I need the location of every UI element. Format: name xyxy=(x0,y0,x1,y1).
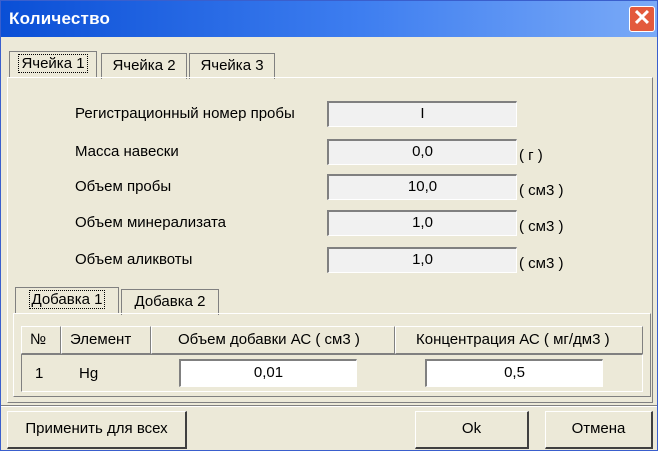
quantity-dialog: Количество ✕ Ячейка 1 Ячейка 2 Ячейка 3 … xyxy=(0,0,658,451)
sample-mass-field[interactable]: 0,0 xyxy=(327,139,517,165)
concentration-input[interactable]: 0,5 xyxy=(425,359,603,387)
tab-label: Добавка 2 xyxy=(134,293,206,310)
tab-cell-2[interactable]: Ячейка 2 xyxy=(101,53,187,79)
tab-label: Добавка 1 xyxy=(28,290,106,309)
ok-button[interactable]: Ok xyxy=(415,411,529,449)
unit-label: ( см3 ) xyxy=(519,255,564,272)
sample-number-field[interactable]: I xyxy=(327,101,517,127)
field-label-sample-mass: Масса навески xyxy=(75,143,179,160)
row-element: Hg xyxy=(79,365,99,382)
tab-additive-1[interactable]: Добавка 1 xyxy=(15,287,119,313)
additive-volume-input[interactable]: 0,01 xyxy=(179,359,357,387)
column-header-concentration[interactable]: Концентрация АС ( мг/дм3 ) xyxy=(395,326,643,354)
tab-label: Ячейка 2 xyxy=(112,57,176,74)
column-header-num[interactable]: № xyxy=(21,326,61,354)
unit-label: ( г ) xyxy=(519,147,543,164)
close-button[interactable]: ✕ xyxy=(629,6,655,32)
field-label-sample-volume: Объем пробы xyxy=(75,178,172,195)
field-label-mineralizate-volume: Объем минерализата xyxy=(75,214,227,231)
field-label-sample-number: Регистрационный номер пробы xyxy=(75,105,295,122)
cancel-button[interactable]: Отмена xyxy=(545,411,653,449)
tab-label: Ячейка 3 xyxy=(200,57,264,74)
dialog-title: Количество xyxy=(9,9,111,28)
tab-cell-3[interactable]: Ячейка 3 xyxy=(189,53,275,79)
column-header-element[interactable]: Элемент xyxy=(61,326,151,354)
apply-all-button[interactable]: Применить для всех xyxy=(7,411,187,449)
column-header-additive-volume[interactable]: Объем добавки АС ( см3 ) xyxy=(151,326,395,354)
field-label-aliquot-volume: Объем аликвоты xyxy=(75,251,193,268)
sample-volume-field[interactable]: 10,0 xyxy=(327,174,517,200)
tab-cell-1[interactable]: Ячейка 1 xyxy=(9,51,97,77)
row-number: 1 xyxy=(35,365,44,382)
aliquot-volume-field[interactable]: 1,0 xyxy=(327,247,517,273)
tab-additive-2[interactable]: Добавка 2 xyxy=(121,289,219,315)
close-icon: ✕ xyxy=(632,5,652,30)
divider xyxy=(1,405,657,407)
mineralizate-volume-field[interactable]: 1,0 xyxy=(327,210,517,236)
tab-label: Ячейка 1 xyxy=(18,54,88,73)
unit-label: ( см3 ) xyxy=(519,182,564,199)
title-bar[interactable]: Количество ✕ xyxy=(1,1,657,37)
unit-label: ( см3 ) xyxy=(519,218,564,235)
